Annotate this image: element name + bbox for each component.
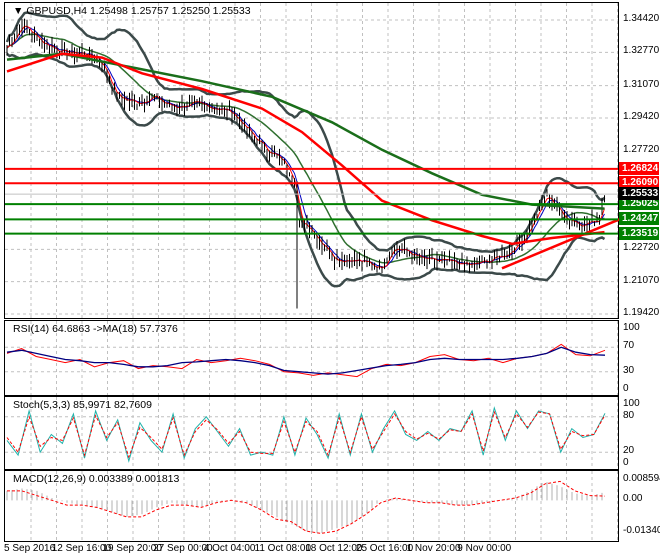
macd-label: MACD(12,26,9) 0.003389 0.001813 xyxy=(13,473,180,485)
stoch-tick-label: 80 xyxy=(623,409,635,421)
stoch-panel[interactable]: Stoch(5,3,3) 85,9971 82,7609 xyxy=(4,396,619,470)
macd-tick-label: -0.013407 xyxy=(623,525,660,537)
price-tick-label: 1.29420 xyxy=(623,111,660,122)
dropdown-icon[interactable]: ▼ xyxy=(13,5,23,17)
rsi-tick-label: 100 xyxy=(623,322,640,333)
time-axis-label: 9 Nov 00:00 xyxy=(457,543,512,554)
level-tag: 1.26824 xyxy=(619,161,659,175)
rsi-tick-label: 0 xyxy=(623,383,629,394)
level-tag: 1.23519 xyxy=(619,226,659,240)
ma-green-line xyxy=(6,52,605,210)
current-price-tag: 1.25533 xyxy=(619,187,659,201)
macd-panel[interactable]: MACD(12,26,9) 0.003389 0.001813 xyxy=(4,470,619,542)
price-chart-svg xyxy=(5,3,620,318)
time-axis-label: 18 Oct 12:00 xyxy=(305,543,363,554)
low-value: 1.25250 xyxy=(171,5,210,17)
close-value: 1.25533 xyxy=(212,5,251,17)
chart-window: ▼ GBPUSD,H4 1.25498 1.25757 1.25250 1.25… xyxy=(0,0,660,560)
price-tick-label: 1.21070 xyxy=(623,274,660,286)
macd-tick-label: 0.008594 xyxy=(623,473,660,484)
price-tick-label: 1.22720 xyxy=(623,242,660,254)
stoch-tick-label: 0 xyxy=(623,457,629,468)
price-panel[interactable]: ▼ GBPUSD,H4 1.25498 1.25757 1.25250 1.25… xyxy=(4,2,620,319)
symbol-title: GBPUSD,H4 xyxy=(26,5,88,17)
stoch-tick-label: 100 xyxy=(623,398,640,409)
time-axis-label: 11 Oct 08:00 xyxy=(254,543,312,554)
price-tick-label: 1.19420 xyxy=(623,307,660,318)
price-tick-label: 1.27720 xyxy=(623,144,660,156)
time-axis-label: 1 Nov 20:00 xyxy=(406,543,461,554)
rsi-tick-label: 30 xyxy=(623,364,635,376)
time-axis-label: 25 Oct 16:00 xyxy=(355,543,414,554)
stoch-label: Stoch(5,3,3) 85,9971 82,7609 xyxy=(13,399,152,411)
symbol-info: ▼ GBPUSD,H4 1.25498 1.25757 1.25250 1.25… xyxy=(13,5,251,17)
rsi-tick-label: 70 xyxy=(623,340,635,352)
price-tick-label: 1.34420 xyxy=(623,13,660,24)
time-axis-label: 4 Oct 04:00 xyxy=(203,543,256,554)
open-value: 1.25498 xyxy=(89,5,128,17)
price-tick-label: 1.31070 xyxy=(623,78,660,90)
price-tick-label: 1.32770 xyxy=(623,45,660,57)
rsi-label: RSI(14) 64.6863 ->MA(18) 57.7376 xyxy=(13,323,178,335)
time-axis-label: 5 Sep 2016 xyxy=(4,543,56,554)
macd-tick-label: 0.00 xyxy=(623,493,643,505)
level-tag: 1.24247 xyxy=(619,212,659,226)
high-value: 1.25757 xyxy=(130,5,169,17)
stoch-tick-label: 20 xyxy=(623,445,635,457)
bollinger-middle xyxy=(6,33,605,264)
rsi-panel[interactable]: RSI(14) 64.6863 ->MA(18) 57.7376 xyxy=(4,320,619,396)
